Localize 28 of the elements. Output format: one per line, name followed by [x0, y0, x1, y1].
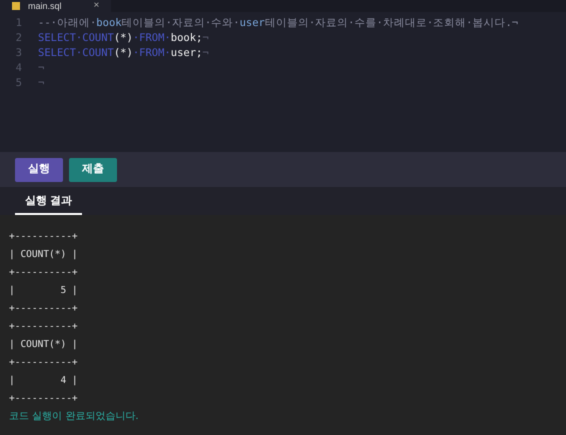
output-line: +----------+: [9, 320, 78, 334]
line-number: 3: [14, 46, 23, 61]
line-number: 1: [14, 16, 23, 31]
output-line: | 5 |: [9, 284, 78, 298]
tab-title: main.sql: [28, 1, 62, 11]
result-tab[interactable]: 실행 결과: [15, 189, 82, 215]
code-line: ¬: [37, 61, 44, 76]
output-line: | 4 |: [9, 374, 78, 388]
editor-tab[interactable]: main.sql ×: [0, 0, 112, 12]
code-line: ¬: [37, 76, 44, 91]
output-line: | COUNT(*) |: [9, 248, 78, 262]
run-button[interactable]: 실행: [15, 158, 63, 182]
code-line: SELECT·COUNT(*)·FROM·book;¬: [37, 31, 209, 46]
output-line: +----------+: [9, 230, 78, 244]
status-message: 코드 실행이 완료되었습니다.: [9, 410, 139, 424]
output-line: +----------+: [9, 302, 78, 316]
output-line: +----------+: [9, 356, 78, 370]
line-number: 5: [14, 76, 23, 91]
file-icon: [12, 2, 20, 10]
line-number: 2: [14, 31, 23, 46]
close-button[interactable]: ×: [94, 1, 100, 11]
submit-button[interactable]: 제출: [69, 158, 117, 182]
output-line: +----------+: [9, 392, 78, 406]
output-line: +----------+: [9, 266, 78, 280]
code-line: --·아래에·book테이블의·자료의·수와·user테이블의·자료의·수를·차례대로·조회해·봅시다.¬: [37, 16, 518, 31]
output-line: | COUNT(*) |: [9, 338, 78, 352]
line-number: 4: [14, 61, 23, 76]
code-line: SELECT·COUNT(*)·FROM·user;¬: [37, 46, 209, 61]
